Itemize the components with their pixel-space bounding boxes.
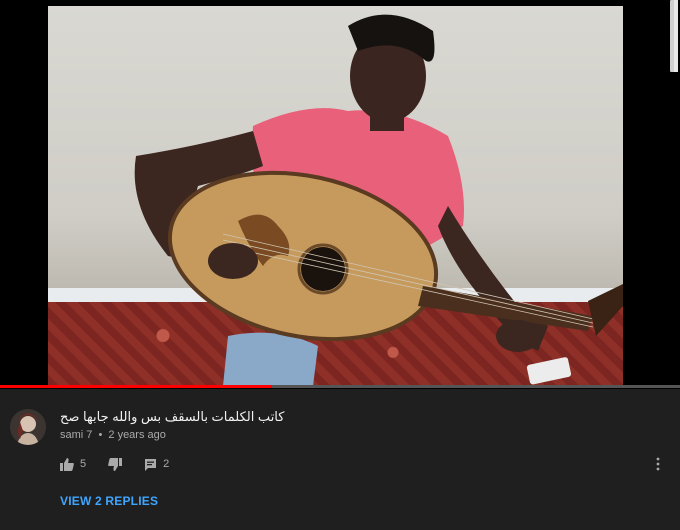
view-replies-button[interactable]: VIEW 2 REPLIES [60, 494, 158, 508]
scrollbar-thumb[interactable] [674, 0, 678, 72]
more-vert-icon[interactable] [656, 457, 660, 471]
reply-count: 2 [163, 458, 170, 470]
reply-button[interactable]: 2 [144, 458, 169, 471]
comment-thread: كاتب الكلمات بالسقف بس والله جابها صح sa… [0, 389, 680, 530]
comment-author[interactable]: sami 7 [60, 429, 92, 441]
thumb-down-icon [108, 457, 123, 471]
meta-separator: • [98, 429, 103, 441]
reply-icon [145, 458, 157, 471]
avatar[interactable] [10, 409, 46, 445]
progress-bar-fill [0, 385, 272, 388]
progress-bar[interactable] [0, 385, 680, 388]
page: كاتب الكلمات بالسقف بس والله جابها صح sa… [0, 0, 680, 530]
like-button[interactable]: 5 [60, 457, 87, 471]
dislike-button[interactable] [108, 457, 123, 471]
video-frame[interactable] [48, 6, 623, 386]
like-count: 5 [80, 458, 87, 470]
video-player[interactable] [0, 0, 680, 388]
comment-body: كاتب الكلمات بالسقف بس والله جابها صح [60, 409, 285, 424]
comment-meta: sami 7 • 2 years ago [60, 429, 166, 441]
oud-player-image [134, 14, 623, 386]
comment-actions: 5 2 [60, 455, 191, 473]
thumb-up-icon [60, 457, 74, 471]
avatar-image [10, 409, 46, 445]
comment-time[interactable]: 2 years ago [108, 429, 165, 441]
scrollbar[interactable] [670, 0, 678, 72]
